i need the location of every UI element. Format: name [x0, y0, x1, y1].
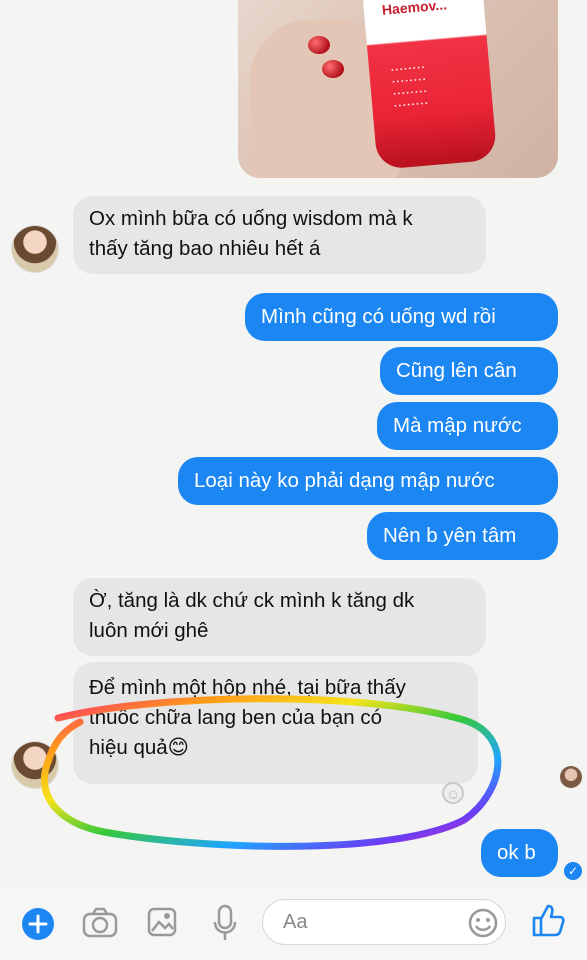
read-receipt-avatar — [560, 766, 582, 788]
bottle-image: Haemov... • • • • • • • • • • • • • • • … — [362, 0, 498, 170]
shared-photo[interactable]: Haemov... • • • • • • • • • • • • • • • … — [238, 0, 558, 178]
message-bubble-outgoing[interactable]: Mình cũng có uống wd rồi — [245, 293, 558, 341]
message-bubble-outgoing[interactable]: Cũng lên cân — [380, 347, 558, 395]
contact-avatar[interactable] — [12, 226, 58, 272]
message-text: Loại này ko phải dạng mập nước — [194, 469, 495, 492]
message-bubble-outgoing[interactable]: Nên b yên tâm — [367, 512, 558, 560]
message-line: thấy tăng bao nhiêu hết á — [89, 237, 321, 260]
message-line: Ờ, tăng là dk chứ ck mình k tăng dk — [89, 589, 415, 612]
message-bubble-incoming[interactable]: Ox mình bữa có uống wisdom mà k thấy tăn… — [73, 196, 486, 274]
plus-icon[interactable] — [20, 906, 56, 942]
message-bubble-outgoing[interactable]: ok b — [481, 829, 558, 877]
pill-image — [308, 36, 330, 54]
message-text: ok b — [497, 841, 536, 864]
message-text: Cũng lên cân — [396, 359, 517, 382]
message-text: Nên b yên tâm — [383, 524, 517, 547]
image-icon[interactable] — [146, 906, 178, 938]
thumbs-up-icon[interactable] — [530, 902, 566, 938]
brand-text: Haemov... — [381, 0, 448, 18]
pill-image — [322, 60, 344, 78]
microphone-icon[interactable] — [212, 904, 238, 942]
message-line: Ox mình bữa có uống wisdom mà k — [89, 207, 413, 230]
message-text: Mà mập nước — [393, 414, 522, 437]
rainbow-circle-annotation — [40, 695, 502, 850]
message-line: luôn mới ghê — [89, 619, 209, 642]
message-text: Mình cũng có uống wd rồi — [261, 305, 496, 328]
sent-check-icon: ✓ — [564, 862, 582, 880]
message-bubble-incoming[interactable]: Ờ, tăng là dk chứ ck mình k tăng dk luôn… — [73, 578, 486, 656]
message-bubble-outgoing[interactable]: Mà mập nước — [377, 402, 558, 450]
message-bubble-outgoing[interactable]: Loại này ko phải dạng mập nước — [178, 457, 558, 505]
camera-icon[interactable] — [82, 906, 118, 940]
emoji-icon[interactable] — [468, 908, 498, 938]
input-placeholder: Aa — [283, 911, 308, 933]
